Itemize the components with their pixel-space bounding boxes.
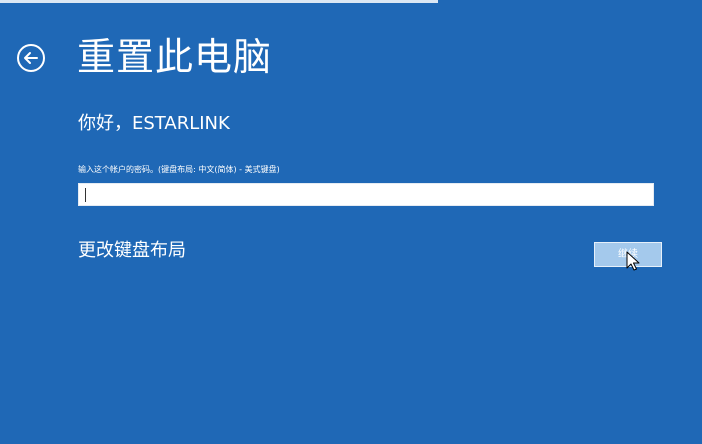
change-keyboard-layout-link[interactable]: 更改键盘布局 xyxy=(78,238,186,264)
page-title: 重置此电脑 xyxy=(77,35,273,79)
mouse-pointer-icon xyxy=(626,251,640,271)
password-input[interactable] xyxy=(78,183,654,206)
back-button[interactable] xyxy=(15,42,47,74)
back-arrow-icon xyxy=(17,44,45,72)
text-caret xyxy=(85,188,86,202)
top-strip xyxy=(0,0,438,3)
user-greeting: 你好，ESTARLINK xyxy=(78,113,230,134)
password-label: 输入这个帐户的密码。(键盘布局: 中文(简体) - 美式键盘) xyxy=(78,165,280,174)
